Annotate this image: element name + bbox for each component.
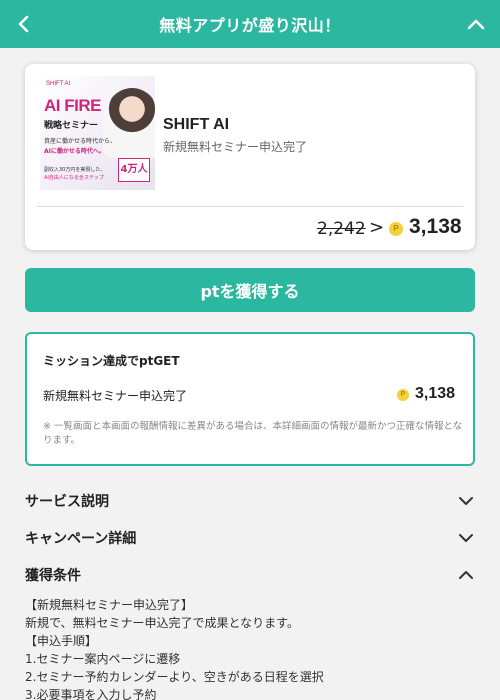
mission-label: 新規無料セミナー申込完了 bbox=[43, 389, 188, 403]
conditions-line: 新規で、無料セミナー申込完了で成果となります。 bbox=[25, 616, 299, 630]
point-coin-icon: P bbox=[389, 222, 403, 236]
thumbnail-brand: SHIFT AI bbox=[46, 81, 71, 87]
chevron-left-icon bbox=[18, 15, 29, 33]
accordion-label: サービス説明 bbox=[25, 494, 109, 510]
arrow-right-icon: > bbox=[369, 217, 385, 238]
conditions-line: 3.必要事項を入力し予約 bbox=[25, 688, 157, 700]
accordion-label: 獲得条件 bbox=[25, 568, 81, 584]
conditions-line: 2.セミナー予約カレンダーより、空きがある日程を選択 bbox=[25, 670, 324, 684]
conditions-line: 【申込手順】 bbox=[25, 634, 98, 648]
chevron-up-icon bbox=[467, 19, 485, 30]
new-points: 3,138 bbox=[409, 215, 462, 238]
thumbnail-line: AI自由人になる全ステップ bbox=[44, 175, 104, 181]
thumbnail-line: 資産に働かせる時代から、 bbox=[44, 138, 117, 145]
thumbnail-person-image bbox=[103, 88, 155, 158]
offer-description: 新規無料セミナー申込完了 bbox=[163, 140, 308, 154]
mission-title: ミッション達成でptGET bbox=[43, 354, 180, 368]
chevron-down-icon bbox=[457, 529, 475, 547]
chevron-down-icon bbox=[457, 492, 475, 510]
mission-note: ※ 一覧画面と本画面の報酬情報に差異がある場合は、本詳細画面の情報が最新かつ正確… bbox=[43, 421, 463, 446]
accordion-label: キャンペーン詳細 bbox=[25, 531, 137, 547]
chevron-up-icon bbox=[457, 566, 475, 584]
mission-box: ミッション達成でptGET 新規無料セミナー申込完了 P 3,138 ※ 一覧画… bbox=[25, 332, 475, 466]
mission-points: 3,138 bbox=[415, 385, 456, 402]
thumbnail-subhead: 戦略セミナー bbox=[44, 121, 99, 131]
accordion-conditions[interactable]: 獲得条件 bbox=[25, 563, 475, 587]
back-button[interactable] bbox=[10, 10, 38, 38]
accordion-service-description[interactable]: サービス説明 bbox=[25, 489, 475, 513]
page-title: 無料アプリが盛り沢山！ bbox=[159, 16, 341, 35]
old-points: 2,242 bbox=[317, 219, 366, 239]
thumbnail-headline: AI FIRE bbox=[44, 96, 101, 115]
collapse-button[interactable] bbox=[462, 10, 490, 38]
conditions-line: 【新規無料セミナー申込完了】 bbox=[25, 598, 194, 612]
app-header: 無料アプリが盛り沢山！ bbox=[0, 0, 500, 48]
offer-card[interactable]: SHIFT AI AI FIRE 戦略セミナー 資産に働かせる時代から、 AIに… bbox=[25, 64, 475, 250]
divider bbox=[37, 206, 463, 207]
thumbnail-line: AIに働かせる時代へ。 bbox=[44, 148, 105, 155]
thumbnail-line: 副収入30万円を実現した、 bbox=[44, 167, 106, 173]
get-points-button[interactable]: ptを獲得する bbox=[25, 268, 475, 312]
conditions-content: 【新規無料セミナー申込完了】 新規で、無料セミナー申込完了で成果となります。 【… bbox=[25, 596, 475, 700]
accordion-campaign-details[interactable]: キャンペーン詳細 bbox=[25, 526, 475, 550]
offer-name: SHIFT AI bbox=[163, 116, 230, 133]
point-coin-icon: P bbox=[397, 389, 409, 401]
thumbnail-badge: 4万人 bbox=[118, 158, 150, 182]
offer-thumbnail: SHIFT AI AI FIRE 戦略セミナー 資産に働かせる時代から、 AIに… bbox=[40, 76, 155, 190]
conditions-line: 1.セミナー案内ページに遷移 bbox=[25, 652, 181, 666]
